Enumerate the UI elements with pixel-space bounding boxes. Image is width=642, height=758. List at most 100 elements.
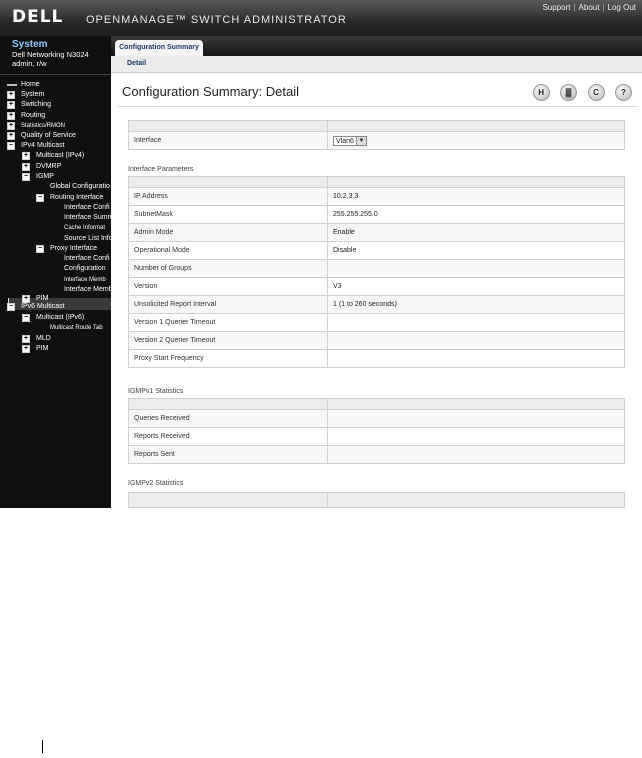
igmpv1-statistics-table: Queries Received Reports Received Reports … — [128, 398, 625, 464]
igmpv1-statistics-title: IGMPv1 Statistics — [128, 388, 184, 395]
row-label: Version 1 Querier Timeout — [128, 313, 328, 332]
table-row: Number of Groups — [128, 259, 625, 278]
tree-item-label: Source List Info — [64, 235, 111, 242]
row-value — [327, 427, 625, 446]
tab-configuration-summary[interactable]: Configuration Summary — [115, 40, 203, 56]
table-row: Reports Received — [128, 427, 625, 446]
row-value: 1 (1 to 260 seconds) — [327, 295, 625, 314]
page-title: Configuration Summary: Detail — [122, 84, 300, 99]
row-label: Operational Mode — [128, 241, 328, 260]
tree-item-label: IPv4 Multicast — [21, 142, 65, 149]
row-value — [327, 331, 625, 350]
row-value — [327, 349, 625, 368]
igmpv2-statistics-title: IGMPv2 Statistics — [128, 480, 184, 487]
collapse-icon[interactable]: − — [7, 142, 15, 150]
collapse-icon[interactable]: − — [36, 245, 44, 253]
system-title[interactable]: System — [12, 40, 111, 50]
table-row: Operational Mode Disable — [128, 241, 625, 260]
print-icon[interactable]: ▓ — [560, 84, 578, 101]
app-title: OPENMANAGE™ SWITCH ADMINISTRATOR — [86, 14, 347, 26]
row-value — [327, 445, 625, 464]
table-row: Version 1 Querier Timeout — [128, 313, 625, 332]
tree-item-label: Interface Memb — [64, 286, 111, 293]
tree-item-label: Multicast (IPv4) — [36, 152, 85, 159]
igmpv2-statistics-table — [128, 492, 625, 508]
row-value: 10.2.3.3 — [327, 187, 625, 206]
tree-item-label: Interface Confi — [64, 255, 110, 262]
tree-item-label: Interface Confi — [64, 204, 110, 211]
row-value: 255.255.255.0 — [327, 205, 625, 224]
expand-icon[interactable]: + — [22, 335, 30, 343]
table-row: Queries Received — [128, 409, 625, 428]
subtab-detail[interactable]: Detail — [127, 60, 146, 67]
row-label: Version — [128, 277, 328, 296]
row-label: IP Address — [128, 187, 328, 206]
row-label: Version 2 Querier Timeout — [128, 331, 328, 350]
about-link[interactable]: About — [579, 3, 600, 12]
table-row: SubnetMask 255.255.255.0 — [128, 205, 625, 224]
sidebar: System Dell Networking N3024 admin, r/w … — [0, 36, 111, 508]
row-value: V3 — [327, 277, 625, 296]
tree-item-label: Interface Summ — [64, 214, 111, 221]
row-value: Disable — [327, 241, 625, 260]
chevron-down-icon[interactable]: ▼ — [356, 136, 366, 145]
expand-icon[interactable]: + — [22, 345, 30, 353]
page-toolbar: H ▓ C ? — [527, 82, 632, 101]
dell-logo: DELL — [12, 7, 64, 27]
collapse-icon[interactable]: − — [22, 173, 30, 181]
system-user: admin, r/w — [12, 59, 47, 68]
page-margin-line — [42, 740, 43, 753]
interface-parameters-table: IP Address 10.2.3.3 SubnetMask 255.255.255.… — [128, 176, 625, 368]
row-label: Reports Sent — [128, 445, 328, 464]
tree-item-label: Cache Informat — [64, 225, 106, 231]
tree-item-label: Statistics/RMON — [21, 123, 66, 129]
tree-item-label: Switching — [21, 101, 51, 108]
app-header: DELL OPENMANAGE™ SWITCH ADMINISTRATOR Su… — [0, 0, 642, 36]
expand-icon[interactable]: + — [7, 101, 15, 109]
collapse-icon[interactable]: − — [36, 194, 44, 202]
refresh-icon[interactable]: C — [587, 84, 605, 101]
tree-item-label: MLD — [36, 335, 51, 342]
tree-item-label: Home — [21, 81, 40, 88]
table-row: Unsolicited Report Interval 1 (1 to 260 s… — [128, 295, 625, 314]
save-icon[interactable]: H — [532, 84, 550, 101]
expand-icon[interactable]: + — [7, 132, 15, 140]
system-device: Dell Networking N3024 — [12, 50, 89, 59]
collapse-icon[interactable]: − — [7, 303, 15, 311]
logout-link[interactable]: Log Out — [608, 3, 636, 12]
tab-bar: Configuration Summary — [111, 36, 642, 56]
collapse-icon[interactable]: − — [22, 314, 30, 322]
sidebar-divider — [0, 74, 111, 75]
tree-item-label: System — [21, 91, 45, 98]
row-label: Queries Received — [128, 409, 328, 428]
tree-item-label: PIM — [36, 345, 49, 352]
interface-select[interactable]: Vlan6 ▼ — [333, 135, 367, 146]
expand-icon[interactable]: + — [7, 91, 15, 99]
subtab-bar: Detail — [111, 56, 642, 73]
tree-item-label: Interface Memb — [64, 277, 106, 283]
system-info[interactable]: System Dell Networking N3024 admin, r/w — [0, 40, 111, 70]
support-link[interactable]: Support — [542, 3, 570, 12]
row-value — [327, 409, 625, 428]
row-value — [327, 313, 625, 332]
table-row: IP Address 10.2.3.3 — [128, 187, 625, 206]
interface-label: Interface — [128, 131, 328, 150]
tree-item-label: DVMRP — [36, 163, 62, 170]
tree-item-label: Multicast (IPv6) — [36, 314, 85, 321]
row-label: Reports Received — [128, 427, 328, 446]
expand-icon[interactable]: + — [22, 152, 30, 160]
expand-icon[interactable]: + — [7, 122, 15, 130]
title-divider — [118, 106, 638, 107]
row-label: Admin Mode — [128, 223, 328, 242]
help-icon[interactable]: ? — [615, 84, 632, 101]
interface-table: Interface Vlan6 ▼ — [128, 120, 625, 150]
interface-select-value: Vlan6 — [336, 137, 354, 145]
expand-icon[interactable]: + — [22, 163, 30, 171]
table-row: Admin Mode Enable — [128, 223, 625, 242]
tree-item-label: IPv6 Multicast — [21, 303, 65, 310]
row-value: Enable — [327, 223, 625, 242]
home-icon — [7, 84, 17, 86]
expand-icon[interactable]: + — [7, 112, 15, 120]
tree-item-label: Routing Interface — [50, 194, 104, 201]
tree-item-label: IGMP — [36, 173, 54, 180]
